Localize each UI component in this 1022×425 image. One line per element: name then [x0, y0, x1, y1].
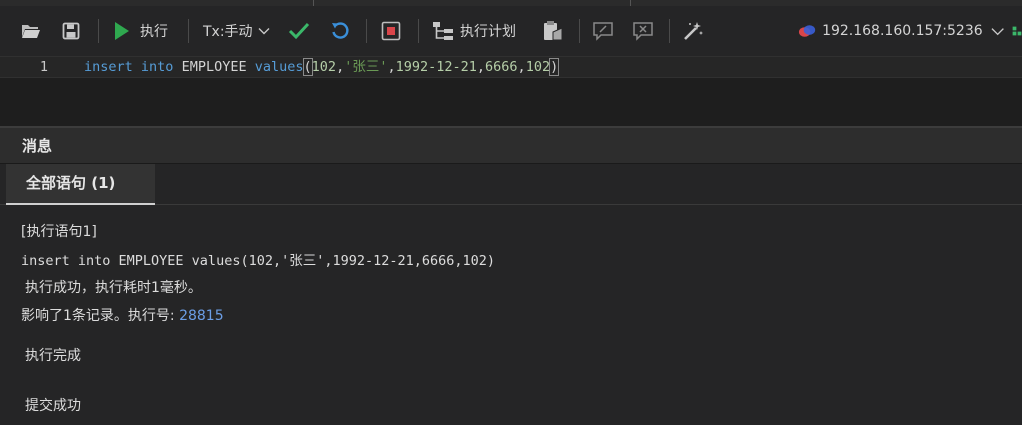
- comma-token: ,: [517, 59, 526, 75]
- comma-token: ,: [387, 59, 396, 75]
- format-sql-button[interactable]: [540, 6, 566, 56]
- tx-mode-label: Tx:手动: [203, 24, 253, 40]
- keyword-token: into: [140, 59, 174, 75]
- code-line[interactable]: insert into EMPLOYEE values(102,'张三',199…: [84, 56, 560, 78]
- execute-button[interactable]: 执行: [112, 6, 176, 56]
- comma-token: ,: [336, 59, 345, 75]
- commit-button[interactable]: [286, 6, 312, 56]
- more-toolbar-button[interactable]: [1012, 6, 1022, 56]
- execution-complete-message: 执行完成: [25, 348, 81, 364]
- connection-label: 192.168.160.157:5236: [822, 23, 983, 39]
- execution-number[interactable]: 28815: [179, 308, 224, 324]
- tx-mode-dropdown[interactable]: Tx:手动: [203, 6, 275, 56]
- message-tabs: 全部语句 (1): [0, 164, 1022, 205]
- uncomment-button[interactable]: [630, 6, 656, 56]
- connection-selector[interactable]: 192.168.160.157:5236: [798, 6, 1004, 56]
- tab-all-statements-label: 全部语句 (1): [26, 174, 116, 192]
- keyword-token: values: [254, 59, 304, 75]
- affected-rows-message: 影响了1条记录。执行号: 28815: [21, 305, 224, 325]
- toolbar-separator: [188, 19, 189, 43]
- toolbar-separator: [669, 19, 670, 43]
- save-icon: [62, 22, 80, 40]
- affected-rows-text: 影响了1条记录。执行号:: [21, 308, 175, 324]
- toolbar: 执行 Tx:手动 执行计划 192.168.160.157:5236: [0, 6, 1022, 56]
- number-token: 102: [525, 59, 551, 75]
- comment-button[interactable]: [590, 6, 616, 56]
- identifier-token: EMPLOYEE: [181, 59, 247, 75]
- line-number: 1: [39, 59, 48, 75]
- number-token: 1992-12-21: [395, 59, 477, 75]
- keyword-token: insert: [84, 59, 133, 75]
- success-message: 执行成功，执行耗时1毫秒。: [25, 280, 202, 296]
- save-button[interactable]: [58, 6, 84, 56]
- toolbar-separator: [418, 19, 419, 43]
- commit-success-message: 提交成功: [25, 398, 81, 414]
- toolbar-separator: [98, 19, 99, 43]
- folder-icon: [22, 25, 40, 38]
- statement-header: [执行语句1]: [21, 224, 97, 240]
- paren-token: ): [549, 58, 560, 76]
- messages-header: 消息: [0, 128, 1022, 164]
- check-icon: [288, 22, 310, 40]
- comment-icon: [593, 22, 613, 41]
- toolbar-separator: [579, 19, 580, 43]
- messages-title: 消息: [22, 137, 53, 155]
- chevron-down-icon: [991, 27, 1004, 35]
- play-icon: [115, 22, 129, 40]
- execution-plan-icon: [433, 22, 453, 40]
- comma-token: ,: [476, 59, 486, 75]
- toolbar-separator: [366, 19, 367, 43]
- execution-plan-label: 执行计划: [460, 24, 516, 40]
- statement-sql: insert into EMPLOYEE values(102,'张三',199…: [21, 253, 496, 269]
- paren-token: (: [302, 58, 313, 76]
- rollback-button[interactable]: [327, 6, 353, 56]
- execute-label: 执行: [140, 24, 168, 40]
- stop-icon: [381, 21, 401, 41]
- string-token: '张三': [344, 59, 388, 75]
- clipboard-icon: [544, 21, 563, 41]
- uncomment-icon: [633, 22, 653, 41]
- message-output: [执行语句1] insert into EMPLOYEE values(102,…: [0, 205, 1022, 425]
- execution-plan-button[interactable]: 执行计划: [432, 6, 524, 56]
- undo-icon: [332, 22, 349, 39]
- magic-wand-button[interactable]: [680, 6, 706, 56]
- tab-all-statements[interactable]: 全部语句 (1): [6, 164, 155, 205]
- number-token: 102: [311, 59, 337, 75]
- grid-icon: [1012, 26, 1022, 36]
- chevron-down-icon: [258, 28, 270, 35]
- sql-editor[interactable]: 1 insert into EMPLOYEE values(102,'张三',1…: [0, 56, 1022, 126]
- stop-button[interactable]: [378, 6, 404, 56]
- open-folder-button[interactable]: [18, 6, 44, 56]
- database-connection-icon: [798, 25, 816, 37]
- magic-wand-icon: [684, 22, 703, 40]
- number-token: 6666: [485, 59, 518, 75]
